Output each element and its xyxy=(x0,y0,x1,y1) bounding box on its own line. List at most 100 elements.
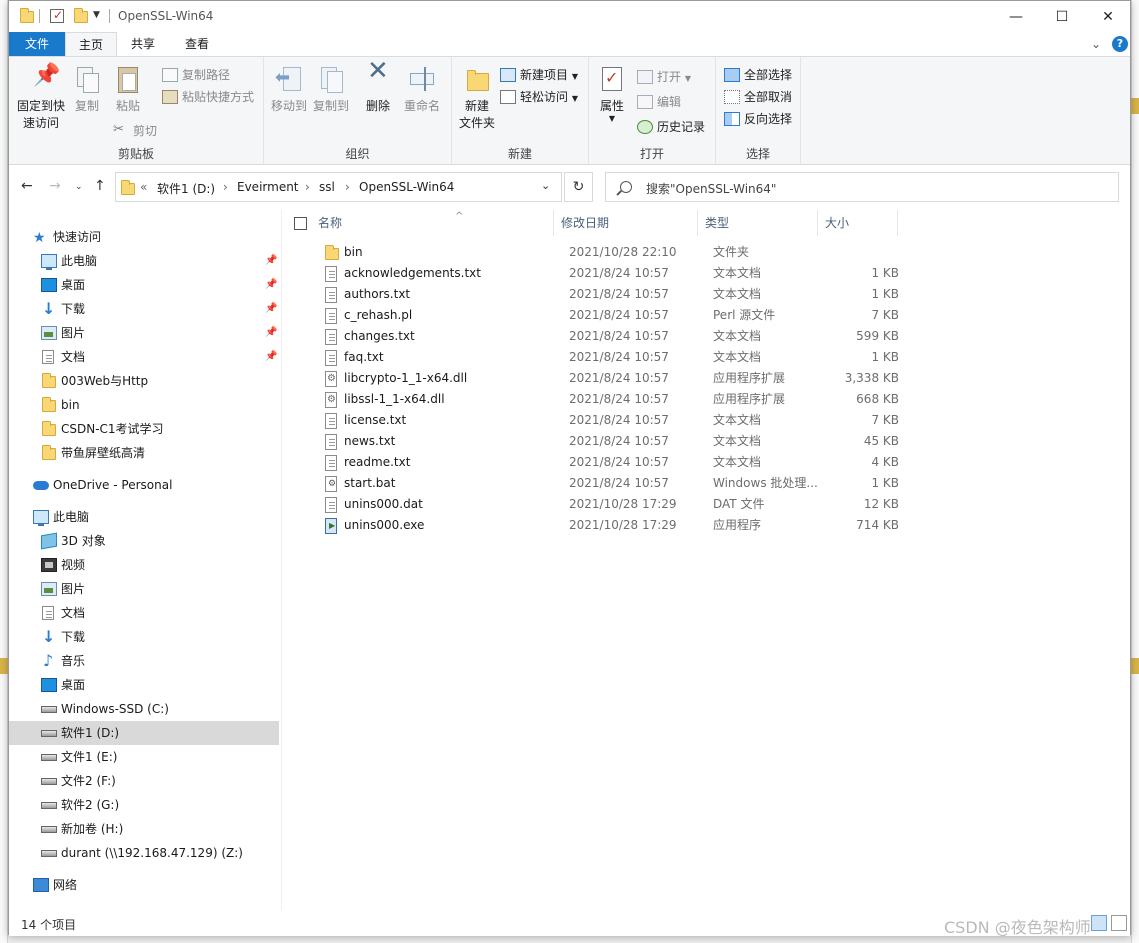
minimize-button[interactable]: — xyxy=(993,1,1039,32)
file-name[interactable]: license.txt xyxy=(344,410,406,431)
file-row[interactable]: faq.txt 2021/8/24 10:57 文本文档 1 KB xyxy=(282,347,1130,368)
file-row[interactable]: unins000.exe 2021/10/28 17:29 应用程序 714 KB xyxy=(282,515,1130,536)
nav-drive-e[interactable]: 文件1 (E:) xyxy=(9,745,279,769)
nav-pictures[interactable]: 图片 xyxy=(9,577,279,601)
nav-quick-folder-wallpaper[interactable]: 带鱼屏壁纸高清 xyxy=(9,441,279,465)
nav-documents[interactable]: 文档 xyxy=(9,601,279,625)
new-folder-button[interactable]: 新建 文件夹 xyxy=(456,65,498,132)
open-button[interactable]: 打开 ▼ xyxy=(637,67,691,87)
nav-drive-g[interactable]: 软件2 (G:) xyxy=(9,793,279,817)
file-row[interactable]: acknowledgements.txt 2021/8/24 10:57 文本文档 1… xyxy=(282,263,1130,284)
file-name[interactable]: news.txt xyxy=(344,431,395,452)
search-input[interactable]: 搜索"OpenSSL-Win64" xyxy=(646,180,776,197)
easy-access-button[interactable]: 轻松访问 ▼ xyxy=(500,87,578,107)
column-divider[interactable] xyxy=(897,210,898,236)
breadcrumb-overflow[interactable]: « xyxy=(140,180,147,194)
file-name[interactable]: changes.txt xyxy=(344,326,415,347)
refresh-icon[interactable]: ↻ xyxy=(564,172,593,202)
file-row[interactable]: authors.txt 2021/8/24 10:57 文本文档 1 KB xyxy=(282,284,1130,305)
move-to-button[interactable]: ⬅ 移动到 xyxy=(270,65,308,115)
properties-quick-icon[interactable] xyxy=(50,8,64,23)
nav-drive-d[interactable]: 软件1 (D:) xyxy=(9,721,279,745)
file-name[interactable]: faq.txt xyxy=(344,347,384,368)
nav-quick-desktop[interactable]: 桌面 📌 xyxy=(9,273,279,297)
nav-quick-folder-csdn[interactable]: CSDN-C1考试学习 xyxy=(9,417,279,441)
file-name[interactable]: libssl-1_1-x64.dll xyxy=(344,389,445,410)
select-all-button[interactable]: 全部选择 xyxy=(724,65,792,85)
customize-quick-access-icon[interactable]: ▼ xyxy=(93,10,109,26)
column-divider[interactable] xyxy=(817,210,818,236)
nav-drive-h[interactable]: 新加卷 (H:) xyxy=(9,817,279,841)
tab-view[interactable]: 查看 xyxy=(171,32,223,56)
nav-3d-objects[interactable]: 3D 对象 xyxy=(9,529,279,553)
nav-quick-access[interactable]: 快速访问 xyxy=(9,225,279,250)
details-view-icon[interactable] xyxy=(1091,915,1107,931)
edit-button[interactable]: 编辑 xyxy=(637,92,681,112)
file-row[interactable]: readme.txt 2021/8/24 10:57 文本文档 4 KB xyxy=(282,452,1130,473)
forward-arrow-icon[interactable]: → xyxy=(49,178,61,194)
back-arrow-icon[interactable]: ← xyxy=(21,178,33,194)
pin-quick-access-button[interactable]: 📌 固定到快 速访问 xyxy=(15,65,67,132)
nav-this-pc[interactable]: 此电脑 xyxy=(9,505,279,529)
column-header-size[interactable]: 大小 xyxy=(825,210,897,236)
rename-button[interactable]: 重命名 xyxy=(402,65,442,115)
help-icon[interactable]: ? xyxy=(1112,36,1128,52)
nav-desktop[interactable]: 桌面 xyxy=(9,673,279,697)
new-folder-quick-icon[interactable] xyxy=(73,8,89,24)
tab-share[interactable]: 共享 xyxy=(117,32,169,56)
pin-icon[interactable]: 📌 xyxy=(265,273,277,297)
breadcrumb-ssl[interactable]: ssl xyxy=(319,180,335,194)
column-header-type[interactable]: 类型 xyxy=(705,210,817,236)
expand-ribbon-icon[interactable]: ⌄ xyxy=(1091,37,1101,51)
tab-home[interactable]: 主页 xyxy=(65,32,117,56)
nav-onedrive[interactable]: OneDrive - Personal xyxy=(9,473,279,497)
file-name[interactable]: unins000.exe xyxy=(344,515,424,536)
paste-shortcut-button[interactable]: 粘贴快捷方式 xyxy=(162,87,254,107)
nav-videos[interactable]: 视频 xyxy=(9,553,279,577)
up-arrow-icon[interactable]: ↑ xyxy=(94,178,106,194)
copy-button[interactable]: 复制 xyxy=(71,65,103,115)
nav-quick-folder-003web[interactable]: 003Web与Http xyxy=(9,369,279,393)
nav-quick-folder-bin[interactable]: bin xyxy=(9,393,279,417)
column-header-date[interactable]: 修改日期 xyxy=(561,210,697,236)
address-bar[interactable]: « 软件1 (D:) › Eveirment › ssl › OpenSSL-W… xyxy=(115,172,562,202)
delete-button[interactable]: ✕ 删除 xyxy=(362,58,394,115)
history-button[interactable]: 历史记录 xyxy=(637,117,705,137)
nav-quick-documents[interactable]: 文档 📌 xyxy=(9,345,279,369)
copy-path-button[interactable]: 复制路径 xyxy=(162,65,230,85)
file-row[interactable]: unins000.dat 2021/10/28 17:29 DAT 文件 12 KB xyxy=(282,494,1130,515)
breadcrumb-openssl[interactable]: OpenSSL-Win64 xyxy=(359,180,454,194)
column-divider[interactable] xyxy=(553,210,554,236)
file-name[interactable]: readme.txt xyxy=(344,452,410,473)
cut-button[interactable]: ✂ 剪切 xyxy=(113,121,157,141)
file-name[interactable]: authors.txt xyxy=(344,284,410,305)
pin-icon[interactable]: 📌 xyxy=(265,297,277,321)
address-dropdown-icon[interactable]: ⌄ xyxy=(541,179,550,192)
file-name[interactable]: start.bat xyxy=(344,473,395,494)
nav-drive-f[interactable]: 文件2 (F:) xyxy=(9,769,279,793)
nav-quick-downloads[interactable]: 下载 📌 xyxy=(9,297,279,321)
large-icons-view-icon[interactable] xyxy=(1111,915,1127,931)
properties-button[interactable]: ✓ 属性 ▼ xyxy=(595,65,629,123)
file-row[interactable]: bin 2021/10/28 22:10 文件夹 xyxy=(282,242,1130,263)
search-box[interactable]: 搜索"OpenSSL-Win64" xyxy=(605,172,1119,202)
file-row[interactable]: libcrypto-1_1-x64.dll 2021/8/24 10:57 应用程序… xyxy=(282,368,1130,389)
breadcrumb-drive[interactable]: 软件1 (D:) xyxy=(157,180,215,197)
new-item-button[interactable]: 新建项目 ▼ xyxy=(500,65,578,85)
nav-downloads[interactable]: 下载 xyxy=(9,625,279,649)
file-name[interactable]: libcrypto-1_1-x64.dll xyxy=(344,368,467,389)
breadcrumb-eveirment[interactable]: Eveirment xyxy=(237,180,299,194)
pin-icon[interactable]: 📌 xyxy=(265,321,277,345)
file-name[interactable]: unins000.dat xyxy=(344,494,423,515)
file-row[interactable]: libssl-1_1-x64.dll 2021/8/24 10:57 应用程序扩展 6… xyxy=(282,389,1130,410)
recent-locations-icon[interactable]: ⌄ xyxy=(75,182,83,192)
pin-icon[interactable]: 📌 xyxy=(265,249,277,273)
file-name[interactable]: c_rehash.pl xyxy=(344,305,412,326)
maximize-button[interactable]: ☐ xyxy=(1039,1,1085,32)
file-name[interactable]: bin xyxy=(344,242,363,263)
file-row[interactable]: changes.txt 2021/8/24 10:57 文本文档 599 KB xyxy=(282,326,1130,347)
close-button[interactable]: ✕ xyxy=(1085,1,1131,32)
file-row[interactable]: start.bat 2021/8/24 10:57 Windows 批处理... 1 … xyxy=(282,473,1130,494)
nav-drive-c[interactable]: Windows-SSD (C:) xyxy=(9,697,279,721)
select-all-checkbox[interactable] xyxy=(294,217,307,230)
